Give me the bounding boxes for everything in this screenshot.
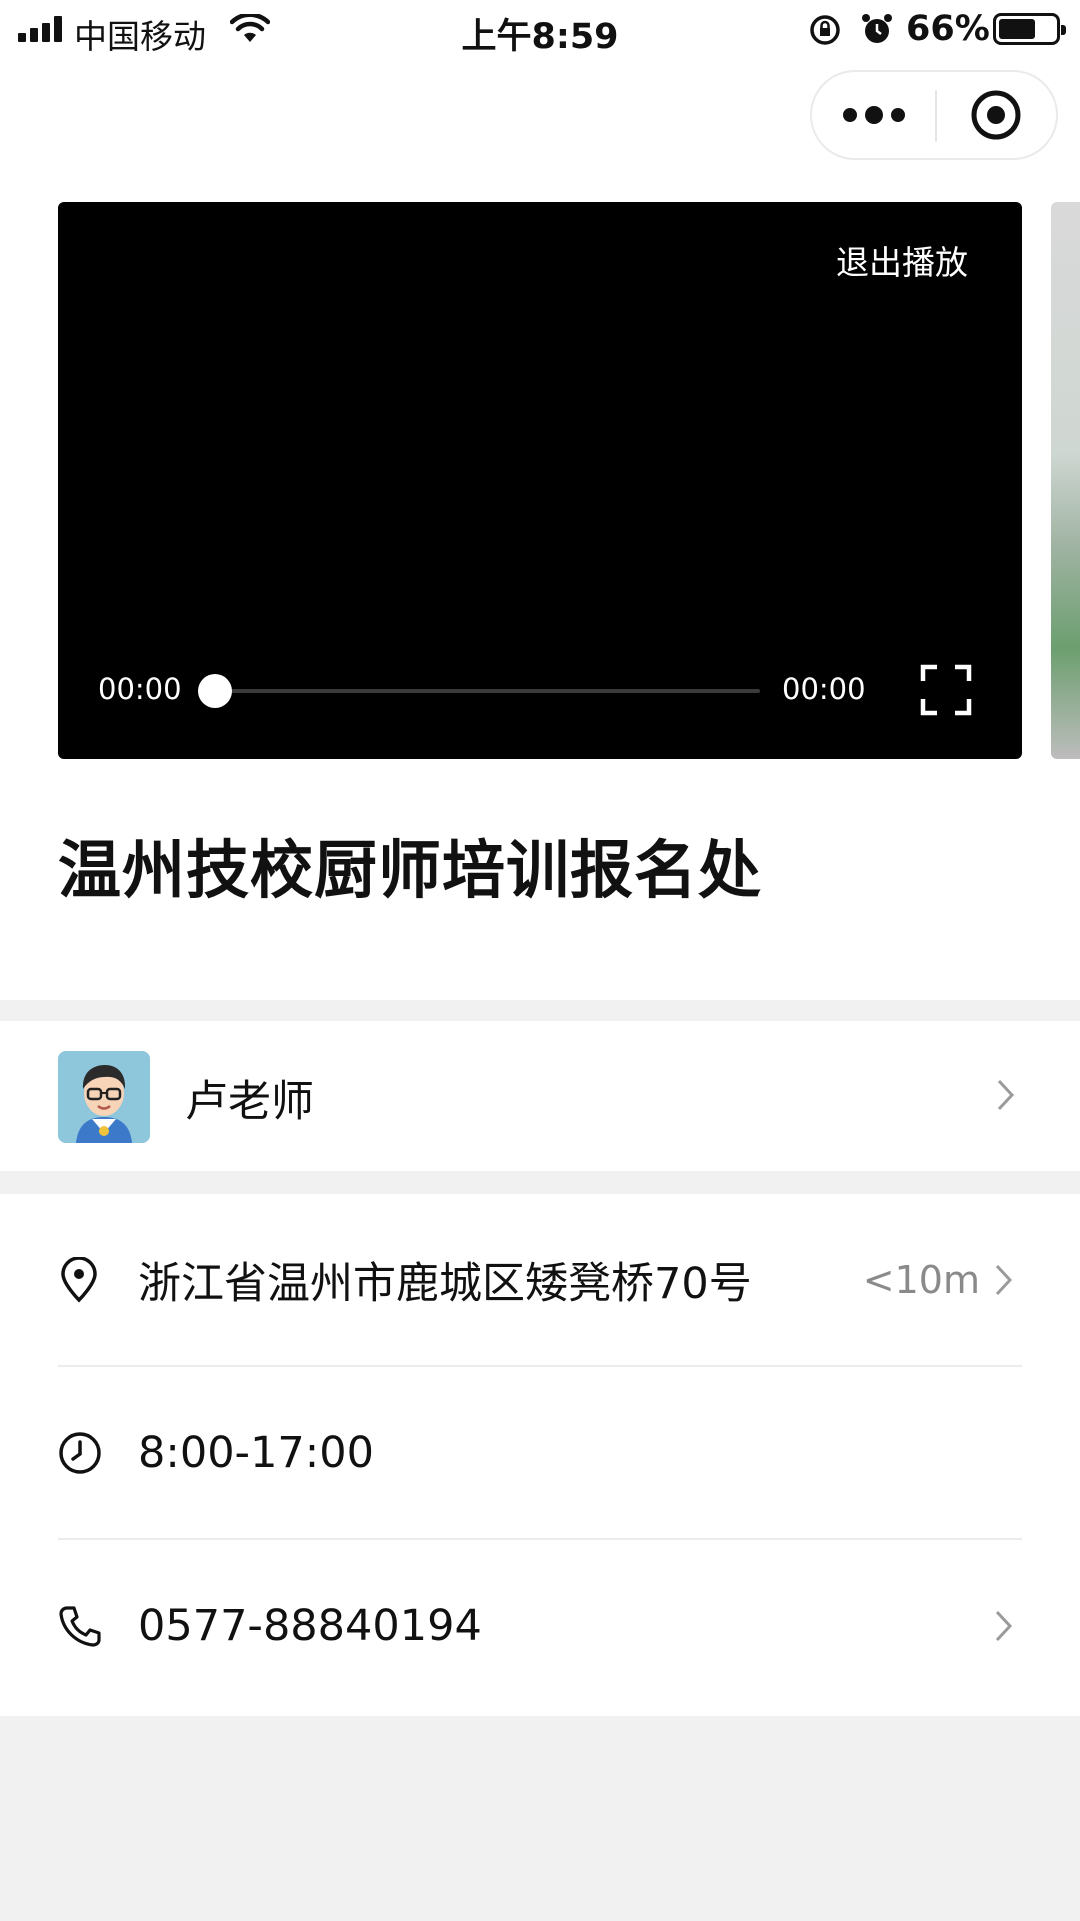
chevron-right-icon [994, 1540, 1014, 1712]
close-miniprogram-icon [971, 90, 1021, 140]
progress-track[interactable] [216, 689, 760, 693]
hours-row: 8:00-17:00 [0, 1367, 1080, 1539]
phone-number: 0577-88840194 [138, 1601, 482, 1651]
teacher-name: 卢老师 [185, 1077, 314, 1127]
video-player[interactable]: 退出播放 00:00 00:00 [58, 202, 1022, 759]
hours-text: 8:00-17:00 [138, 1428, 374, 1478]
miniprogram-capsule [810, 70, 1058, 160]
rotation-lock-icon [808, 13, 842, 51]
location-pin-icon [58, 1194, 100, 1366]
battery-percentage: 66% [906, 9, 990, 49]
clock-icon [58, 1367, 102, 1539]
fullscreen-icon [920, 664, 972, 716]
progress-thumb[interactable] [198, 674, 232, 708]
close-miniprogram-button[interactable] [936, 72, 1056, 158]
next-media-preview[interactable] [1051, 202, 1080, 759]
more-icon [843, 108, 857, 122]
duration: 00:00 [782, 672, 866, 706]
address-text: 浙江省温州市鹿城区矮凳桥70号 [138, 1259, 752, 1309]
phone-icon [58, 1540, 102, 1712]
current-time: 00:00 [98, 672, 182, 706]
avatar [58, 1051, 150, 1143]
info-card: 浙江省温州市鹿城区矮凳桥70号 <10m 8:00-17:00 0577-888… [0, 1194, 1080, 1716]
battery-level [999, 19, 1035, 39]
fullscreen-button[interactable] [920, 664, 972, 720]
battery-icon [993, 13, 1066, 45]
distance-label: <10m [862, 1258, 980, 1302]
chevron-right-icon [994, 1194, 1014, 1366]
phone-row[interactable]: 0577-88840194 [0, 1540, 1080, 1712]
page: 中国移动 上午8:59 66% 退出播放 00:00 00:00 温州技校厨师培… [0, 0, 1080, 1921]
alarm-icon [861, 12, 893, 50]
chevron-right-icon [996, 1078, 1016, 1116]
status-bar: 中国移动 上午8:59 66% [0, 0, 1080, 60]
more-button[interactable] [812, 72, 936, 158]
page-title: 温州技校厨师培训报名处 [58, 834, 762, 907]
address-row[interactable]: 浙江省温州市鹿城区矮凳桥70号 <10m [0, 1194, 1080, 1366]
teacher-row[interactable]: 卢老师 [0, 1021, 1080, 1171]
exit-playback-button[interactable]: 退出播放 [836, 236, 968, 284]
